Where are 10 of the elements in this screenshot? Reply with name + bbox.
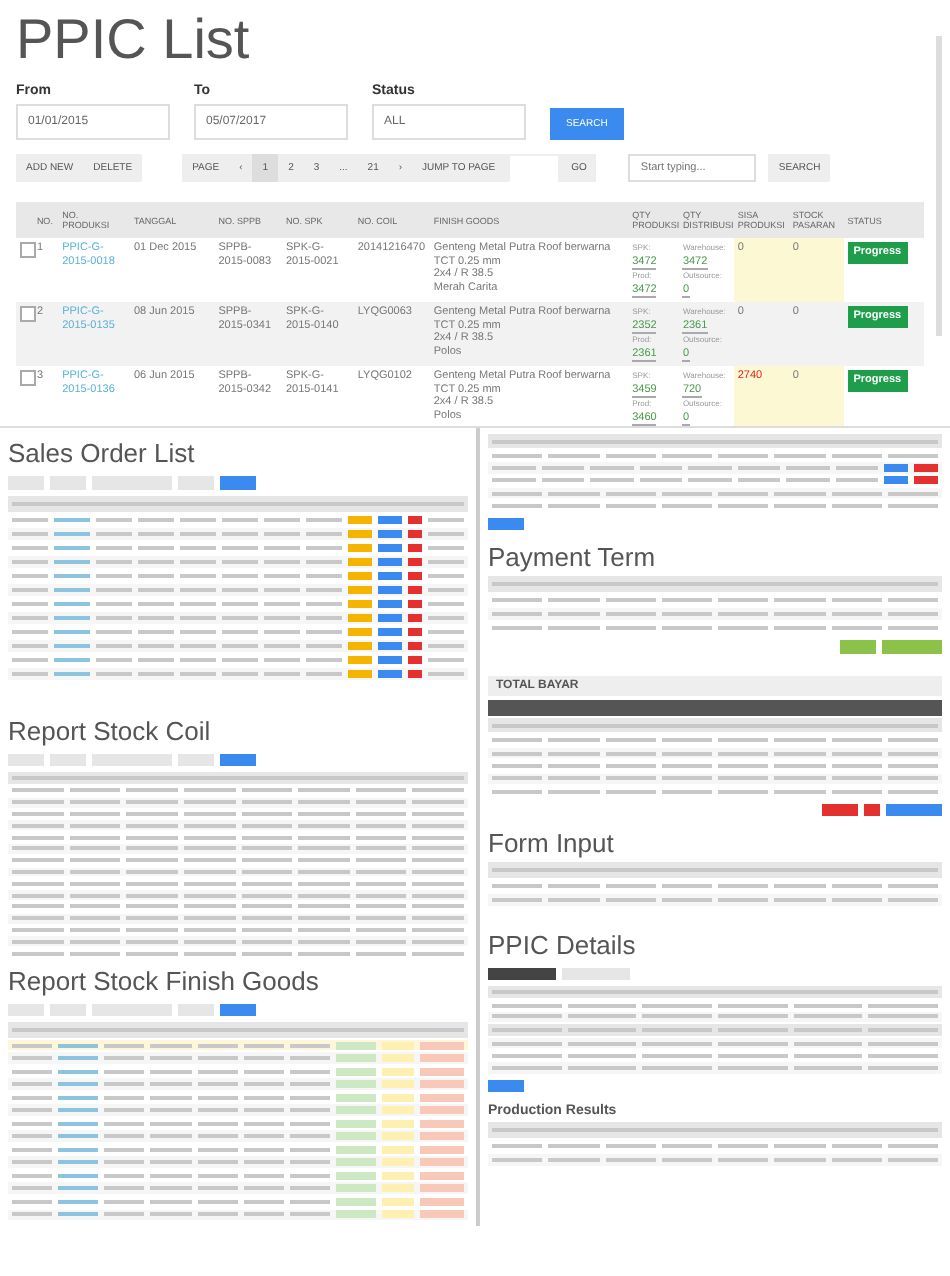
row-checkbox[interactable] bbox=[20, 370, 36, 386]
row-checkbox[interactable] bbox=[20, 242, 36, 258]
section-title: Payment Term bbox=[488, 542, 658, 572]
page-title: Report Stock Finish Goods bbox=[8, 966, 321, 996]
page-title: Form Input bbox=[488, 828, 616, 858]
row-checkbox[interactable] bbox=[20, 306, 36, 322]
page-title: PPIC Details bbox=[488, 930, 638, 960]
page-title: PPIC List bbox=[16, 8, 252, 72]
page-title: Report Stock Coil bbox=[8, 716, 213, 746]
page-title: Sales Order List bbox=[8, 438, 197, 468]
